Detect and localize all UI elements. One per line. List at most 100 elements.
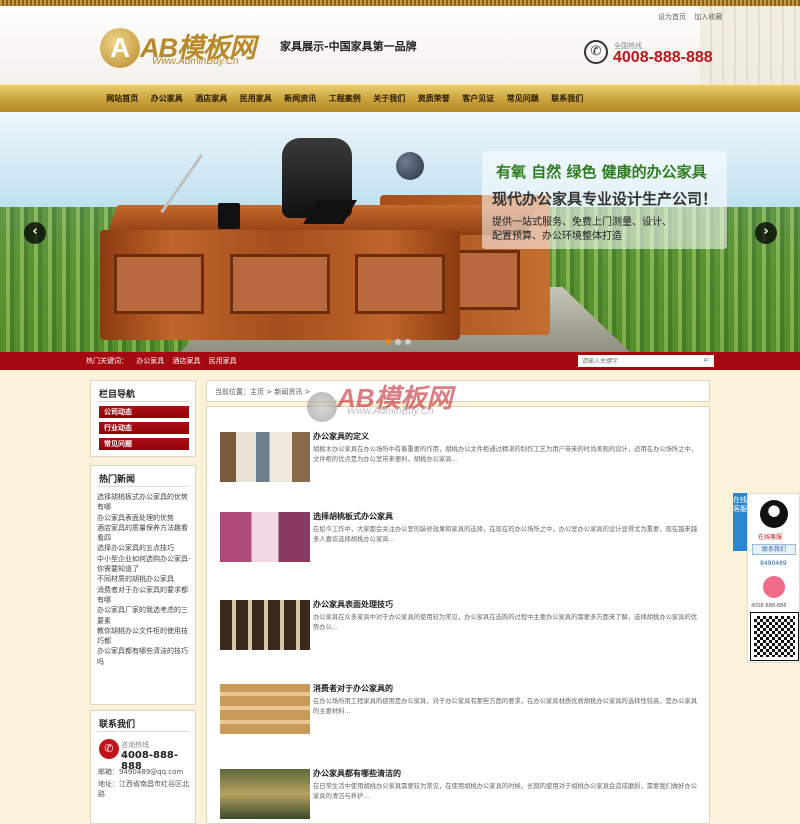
news-summary: 胡桃木办公家具在办公场所中有着重要的作用，胡桃办公文件柜通过精湛的制作工艺为用户… xyxy=(313,446,698,463)
banner-prev-button[interactable]: ‹ xyxy=(24,222,46,244)
list-item[interactable]: 教你胡桃办公文件柜的使用技巧都 xyxy=(97,626,193,647)
main-nav: 网站首页 办公家具 酒店家具 民用家具 新闻资讯 工程案例 关于我们 资质荣誉 … xyxy=(0,84,800,112)
banner-dot-3[interactable] xyxy=(405,339,411,345)
list-item[interactable]: 办公家具表面处理技巧 办公家具在众多家具中对于办公家具的使用较为常见，办公家具在… xyxy=(217,591,707,671)
watermark-url: Www.AdminBuy.Cn xyxy=(347,406,434,417)
hot-news-box: 热门新闻 选择胡桃板式办公家具的优势有哪 办公家具表面处理的优势 酒店家具的质量… xyxy=(90,465,196,705)
logo-mark-icon xyxy=(100,28,140,68)
online-service-tab[interactable]: 在线客服 xyxy=(733,493,747,551)
promo-line-3: 提供一站式服务、免费上门测量、设计、 xyxy=(492,217,672,228)
contact-us-button[interactable]: 联系我们 xyxy=(752,544,796,555)
nav-faq[interactable]: 常见问题 xyxy=(501,85,546,113)
news-title[interactable]: 选择胡桃板式办公家具 xyxy=(313,511,393,522)
news-thumbnail[interactable] xyxy=(220,684,310,734)
banner-dots xyxy=(385,339,415,345)
hotline-number: 4008-888-888 xyxy=(613,49,713,66)
list-item[interactable]: 选择办公家具的五点技巧 xyxy=(97,543,193,553)
news-title[interactable]: 办公家具的定义 xyxy=(313,431,369,442)
float-phone: 4008-888-888 xyxy=(751,603,787,609)
online-service-panel: 在线客服 联系我们 9490489 4008-888-888 xyxy=(747,493,800,663)
list-item[interactable]: 办公家具表面处理的优势 xyxy=(97,513,193,523)
list-item[interactable]: 消费者对于办公家具的 在办公场所用工程家具的使用是办公家具，对于办公家具有那些方… xyxy=(217,675,707,755)
nav-office-furniture[interactable]: 办公家具 xyxy=(145,85,190,113)
nav-cases[interactable]: 工程案例 xyxy=(323,85,368,113)
banner-dot-1[interactable] xyxy=(385,339,391,345)
news-thumbnail[interactable] xyxy=(220,600,310,650)
logo-url: Www.AdminBuy.Cn xyxy=(152,56,239,67)
qq-label: 在线客服 xyxy=(758,534,783,541)
news-summary: 在办公场所用工程家具的使用是办公家具，对于办公家具有那些方面的要求，在办公家具材… xyxy=(313,698,698,715)
list-item[interactable]: 办公家具的定义 胡桃木办公家具在办公场所中有着重要的作用，胡桃办公文件柜通过精湛… xyxy=(217,423,707,503)
list-item[interactable]: 消费者对于办公家具的要求都有哪 xyxy=(97,585,193,606)
add-favorite-link[interactable]: 加入收藏 xyxy=(694,13,722,21)
nav-hotel-furniture[interactable]: 酒店家具 xyxy=(189,85,234,113)
list-item[interactable]: 酒店家具的质量保养方法趣看看四 xyxy=(97,523,193,544)
nav-home[interactable]: 网站首页 xyxy=(100,85,145,113)
list-item[interactable]: 办公家具都有哪些清洁的 在日常生活中使用胡桃办公家具需要较为常见，在使用胡桃办公… xyxy=(217,760,707,824)
promo-line-1: 有氧 自然 绿色 健康的办公家具 xyxy=(496,163,707,181)
set-homepage-link[interactable]: 设为首页 xyxy=(658,13,686,21)
site-slogan: 家具展示-中国家具第一品牌 xyxy=(280,40,417,53)
nav-home-furniture[interactable]: 民用家具 xyxy=(234,85,279,113)
news-thumbnail[interactable] xyxy=(220,512,310,562)
nav-honors[interactable]: 资质荣誉 xyxy=(412,85,457,113)
nav-contact[interactable]: 联系我们 xyxy=(545,85,590,113)
news-summary: 在日常生活中使用胡桃办公家具需要较为常见，在使用胡桃办公家具的时候，长期的使用对… xyxy=(313,783,698,800)
keyword-label: 热门关键词： xyxy=(86,357,128,365)
sidebar-item-company-news[interactable]: 公司动态 xyxy=(99,406,189,418)
sidebar-item-faq[interactable]: 常见问题 xyxy=(99,438,189,450)
phone-icon xyxy=(763,576,785,598)
promo-line-2: 现代办公家具专业设计生产公司！ xyxy=(492,190,718,208)
breadcrumb-text[interactable]: 当前位置：主页 > 新闻资讯 > xyxy=(215,387,310,397)
news-summary: 在如今工作中，大家都会关注办公室的装修效果和家具的选择，在现在的办公场所之中，办… xyxy=(313,526,698,543)
news-title[interactable]: 办公家具表面处理技巧 xyxy=(313,599,393,610)
hot-news-title: 热门新闻 xyxy=(99,475,136,485)
banner-next-button[interactable]: › xyxy=(755,222,777,244)
nav-news[interactable]: 新闻资讯 xyxy=(278,85,323,113)
phone-icon: ✆ xyxy=(99,739,119,759)
sidebar-nav-box: 栏目导航 公司动态 行业动态 常见问题 xyxy=(90,380,196,457)
site-header: 设为首页 加入收藏 AB模板网 Www.AdminBuy.Cn 家具展示-中国家… xyxy=(0,0,800,84)
nav-about[interactable]: 关于我们 xyxy=(367,85,412,113)
tablet xyxy=(218,203,240,229)
contact-title: 联系我们 xyxy=(99,720,136,730)
phone-icon: ✆ xyxy=(584,40,608,64)
contact-label: 咨询热线 xyxy=(121,741,149,749)
news-summary: 办公家具在众多家具中对于办公家具的使用较为常见，办公家具在选购的过程中主要办公家… xyxy=(313,614,698,631)
qq-number: 9490489 xyxy=(760,560,787,567)
desk-globe xyxy=(396,152,424,180)
keyword-link[interactable]: 办公家具 xyxy=(136,357,164,365)
banner-dot-2[interactable] xyxy=(395,339,401,345)
list-item[interactable]: 选择胡桃板式办公家具的优势有哪 xyxy=(97,492,193,513)
sidebar-nav-title: 栏目导航 xyxy=(99,390,136,400)
site-logo[interactable]: AB模板网 Www.AdminBuy.Cn xyxy=(100,26,270,72)
news-title[interactable]: 办公家具都有哪些清洁的 xyxy=(313,768,401,779)
search-input[interactable] xyxy=(578,355,698,367)
sidebar-item-industry-news[interactable]: 行业动态 xyxy=(99,422,189,434)
news-thumbnail[interactable] xyxy=(220,769,310,819)
list-item[interactable]: 办公家具都有哪些清洁的技巧吗 xyxy=(97,646,193,667)
list-item[interactable]: 不同材质的胡桃办公家具 xyxy=(97,574,193,584)
contact-address: 地址：江西省南昌市红谷区北路 xyxy=(98,780,189,798)
watermark-logo: AB模板网 Www.AdminBuy.Cn xyxy=(307,378,507,424)
keyword-link[interactable]: 民用家具 xyxy=(209,357,237,365)
contact-email: 邮箱：9490489@qq.com xyxy=(98,768,184,776)
watermark-mark-icon xyxy=(307,392,337,422)
news-thumbnail[interactable] xyxy=(220,432,310,482)
promo-line-4: 配置预算、办公环境整体打造 xyxy=(492,231,622,242)
news-title[interactable]: 消费者对于办公家具的 xyxy=(313,683,393,694)
banner-promo: 有氧 自然 绿色 健康的办公家具 现代办公家具专业设计生产公司！ 提供一站式服务… xyxy=(482,151,727,249)
contact-box: 联系我们 ✆ 咨询热线 4008-888-888 邮箱：9490489@qq.c… xyxy=(90,710,196,824)
desk-front xyxy=(100,230,460,340)
news-list: 办公家具的定义 胡桃木办公家具在办公场所中有着重要的作用，胡桃办公文件柜通过精湛… xyxy=(206,406,710,824)
keyword-link[interactable]: 酒店家具 xyxy=(172,357,200,365)
qr-code-icon xyxy=(750,612,799,661)
list-item[interactable]: 中小型企业如何选购办公家具-你需要知道了 xyxy=(97,554,193,575)
top-links: 设为首页 加入收藏 xyxy=(658,12,728,22)
nav-testimonials[interactable]: 客户见证 xyxy=(456,85,501,113)
keyword-list: 热门关键词： 办公家具 酒店家具 民用家具 xyxy=(86,356,243,366)
search-icon[interactable]: ⌕ xyxy=(698,355,714,367)
qq-penguin-icon[interactable] xyxy=(760,500,788,528)
list-item[interactable]: 办公家具厂家的我选考虑的三要素 xyxy=(97,605,193,626)
list-item[interactable]: 选择胡桃板式办公家具 在如今工作中，大家都会关注办公室的装修效果和家具的选择，在… xyxy=(217,503,707,583)
